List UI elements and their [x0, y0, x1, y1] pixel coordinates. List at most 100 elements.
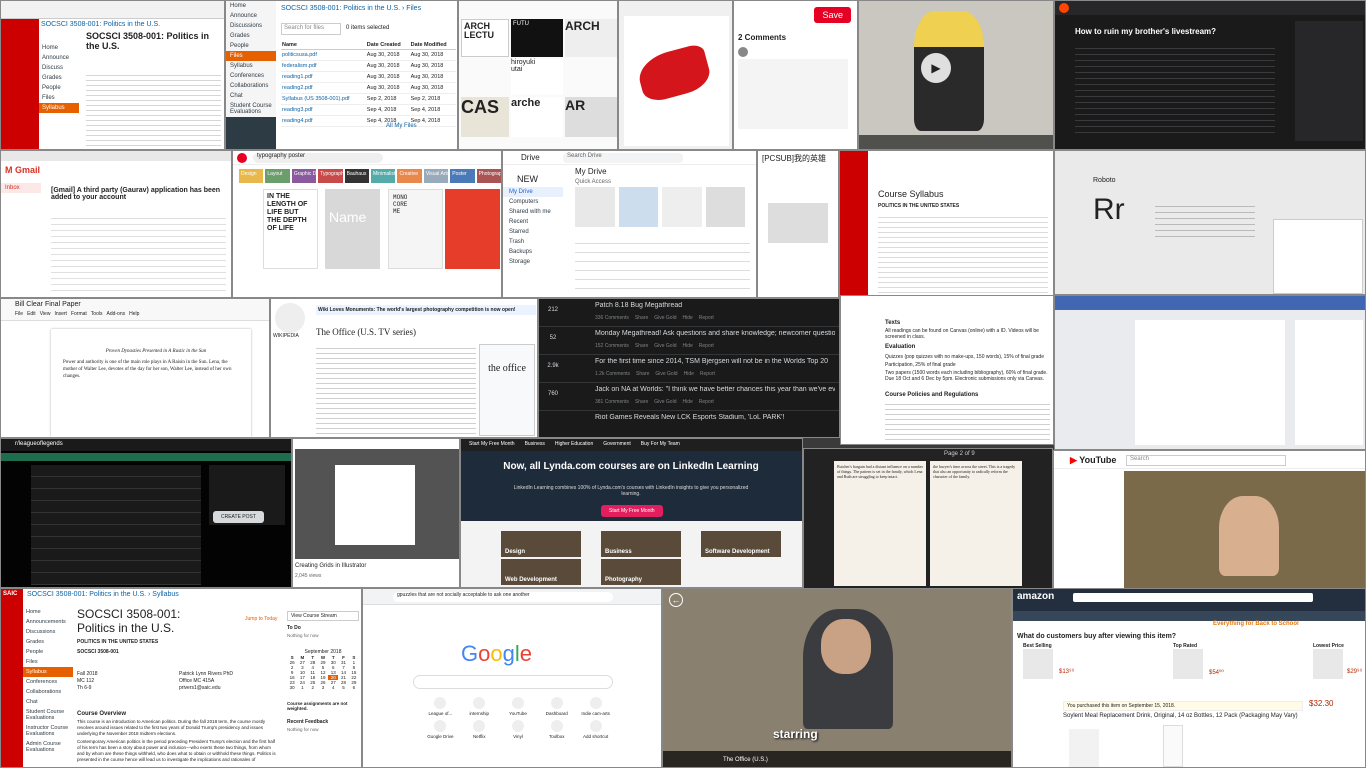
action-link[interactable]: Hide: [682, 343, 692, 349]
file-row[interactable]: reading4.pdf Sep 4, 2018 Sep 4, 2018: [281, 115, 456, 127]
tag-chip[interactable]: Minimalist: [371, 169, 396, 183]
reddit-post[interactable]: 2.9k For the first time since 2014, TSM B…: [539, 355, 839, 383]
amazon-search-input[interactable]: [1073, 593, 1313, 602]
file-name[interactable]: reading1.pdf: [281, 71, 366, 83]
calendar-day[interactable]: 1: [297, 685, 307, 690]
reddit-post[interactable]: 760 Jack on NA at Worlds: "I think we hav…: [539, 383, 839, 411]
video-title[interactable]: Creating Grids in Illustrator: [295, 563, 366, 569]
action-link[interactable]: Give Gold: [654, 343, 676, 349]
calendar-day[interactable]: 2: [308, 685, 318, 690]
shortcut-tile[interactable]: Indie cam-arts: [578, 697, 613, 716]
course-nav-item[interactable]: Discussions: [23, 627, 73, 637]
drive-nav-item[interactable]: Backups: [503, 247, 563, 257]
course-nav-item[interactable]: Syllabus: [23, 667, 73, 677]
omnibox[interactable]: gpuzzles that are not socially acceptabl…: [393, 592, 613, 602]
category-card[interactable]: Software Development: [701, 531, 781, 557]
menu-item[interactable]: Edit: [27, 311, 36, 317]
category-card[interactable]: Photography: [601, 559, 681, 585]
action-link[interactable]: Report: [699, 399, 714, 405]
file-row[interactable]: Syllabus (US 3508-001).pdf Sep 2, 2018 Sep…: [281, 93, 456, 105]
banner-notice[interactable]: Wiki Loves Monuments: The world's larges…: [316, 305, 536, 315]
drive-nav-item[interactable]: Starred: [503, 227, 563, 237]
tag-chip[interactable]: Photography: [476, 169, 501, 183]
menu-item[interactable]: View: [40, 311, 51, 317]
calendar-day[interactable]: 6: [349, 685, 359, 690]
drive-search-input[interactable]: Search Drive: [563, 153, 683, 163]
inbox-folder[interactable]: Inbox: [1, 183, 41, 193]
shortcut-tile[interactable]: internship: [462, 697, 497, 716]
subreddit-name[interactable]: r/leagueoflegends: [15, 441, 63, 447]
drive-nav-item[interactable]: Recent: [503, 217, 563, 227]
course-nav-item[interactable]: Collaborations: [23, 687, 73, 697]
calendar-day[interactable]: 3: [318, 685, 328, 690]
create-post-button[interactable]: CREATE POST: [213, 511, 264, 523]
action-link[interactable]: Report: [700, 371, 715, 377]
drive-nav-item[interactable]: Shared with me: [503, 207, 563, 217]
video-controls[interactable]: [859, 135, 1053, 149]
shortcut-tile[interactable]: Netflix: [462, 720, 497, 739]
jump-to-today-link[interactable]: Jump to Today: [245, 616, 277, 622]
action-link[interactable]: Share: [635, 315, 648, 321]
course-nav-item[interactable]: Conferences: [23, 677, 73, 687]
tag-chip[interactable]: Typography: [318, 169, 343, 183]
all-files-link[interactable]: All My Files: [386, 123, 417, 129]
action-link[interactable]: Hide: [684, 371, 694, 377]
mini-calendar[interactable]: September 2018 S M T W T F S 26 27 28 29 30 31 1 2 3 4 5 6…: [287, 649, 359, 690]
category-card[interactable]: Business: [601, 531, 681, 557]
drive-file-list[interactable]: [575, 235, 750, 295]
sub-post-list[interactable]: [31, 465, 201, 585]
save-button[interactable]: Save: [814, 7, 851, 23]
comments-link[interactable]: 152 Comments: [595, 343, 629, 349]
gmail-logo[interactable]: M Gmail: [5, 165, 40, 175]
action-link[interactable]: Report: [699, 315, 714, 321]
shortcut-tile[interactable]: YouTube: [501, 697, 536, 716]
action-link[interactable]: Give Gold: [654, 315, 676, 321]
file-name[interactable]: reading4.pdf: [281, 115, 366, 127]
file-row[interactable]: federalism.pdf Aug 30, 2018 Aug 30, 2018: [281, 60, 456, 72]
drive-nav-item[interactable]: My Drive: [503, 187, 563, 197]
action-link[interactable]: Share: [635, 343, 648, 349]
google-search-input[interactable]: [413, 675, 613, 689]
file-name[interactable]: reading3.pdf: [281, 104, 366, 116]
drive-logo[interactable]: Drive: [521, 153, 540, 162]
tag-chip[interactable]: Creative: [397, 169, 422, 183]
post-title[interactable]: Patch 8.18 Bug Megathread: [595, 302, 835, 309]
menu-item[interactable]: File: [15, 311, 23, 317]
shortcut-tile[interactable]: Add shortcut: [578, 720, 613, 739]
shortcut-tile[interactable]: Toolbox: [539, 720, 574, 739]
action-link[interactable]: Give Gold: [654, 399, 676, 405]
file-name[interactable]: Syllabus (US 3508-001).pdf: [281, 93, 366, 105]
menu-item[interactable]: Help: [129, 311, 139, 317]
calendar-day[interactable]: 4: [328, 685, 338, 690]
action-link[interactable]: Report: [699, 343, 714, 349]
action-link[interactable]: Hide: [682, 399, 692, 405]
course-nav-item[interactable]: Announcements: [23, 617, 73, 627]
poster-name[interactable]: Name: [325, 189, 380, 269]
category-card[interactable]: Design: [501, 531, 581, 557]
poster-red[interactable]: [445, 189, 500, 269]
action-link[interactable]: Hide: [682, 315, 692, 321]
play-icon[interactable]: ▶: [921, 53, 951, 83]
breadcrumb[interactable]: SOCSCI 3508-001: Politics in the U.S.: [41, 21, 160, 28]
poster-depth-of-life[interactable]: IN THE LENGTH OF LIFE BUT THE DEPTH OF L…: [263, 189, 318, 269]
action-link[interactable]: Share: [635, 399, 648, 405]
file-row[interactable]: politicsusa.pdf Aug 30, 2018 Aug 30, 2018: [281, 49, 456, 61]
files-search-input[interactable]: Search for files: [281, 23, 341, 35]
comments-link[interactable]: 1.2k Comments: [595, 371, 630, 377]
promo-banner[interactable]: Everything for Back to School: [1213, 621, 1299, 627]
action-link[interactable]: Share: [636, 371, 649, 377]
course-nav-item[interactable]: Grades: [23, 637, 73, 647]
menu-item[interactable]: Insert: [54, 311, 67, 317]
file-name[interactable]: reading2.pdf: [281, 82, 366, 94]
youtube-logo[interactable]: ▶ YouTube: [1070, 455, 1116, 466]
menu-item[interactable]: Add-ons: [106, 311, 125, 317]
post-title[interactable]: Riot Games Reveals New LCK Esports Stadi…: [595, 414, 835, 421]
course-nav-item[interactable]: Admin Course Evaluations: [23, 739, 73, 755]
course-nav-item[interactable]: Chat: [23, 697, 73, 707]
back-icon[interactable]: ←: [669, 593, 683, 607]
tag-chip[interactable]: Layout: [265, 169, 290, 183]
course-nav-item[interactable]: Instructor Course Evaluations: [23, 723, 73, 739]
post-title[interactable]: How to ruin my brother's livestream?: [1075, 27, 1275, 36]
menu-item[interactable]: Tools: [91, 311, 103, 317]
menu-item[interactable]: Format: [71, 311, 87, 317]
